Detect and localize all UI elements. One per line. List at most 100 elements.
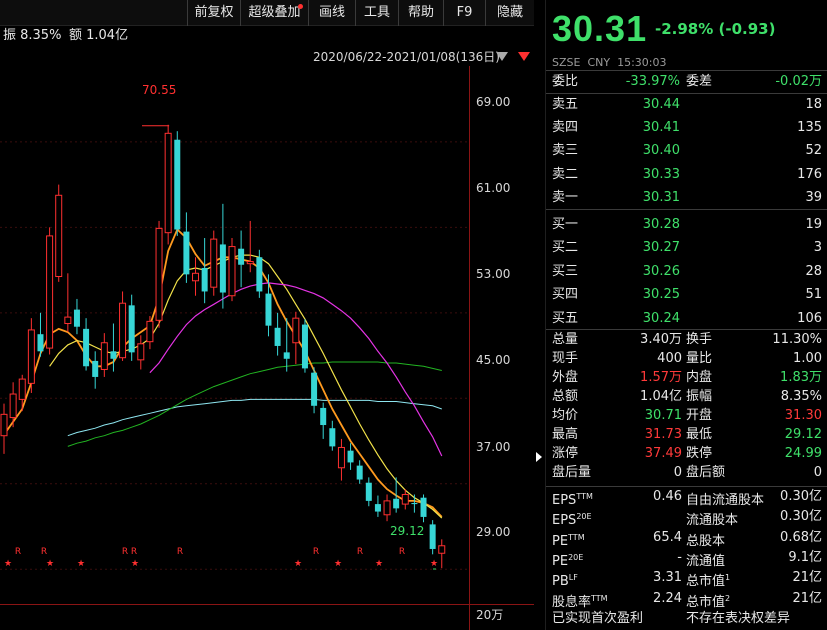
candle[interactable] <box>92 351 99 389</box>
candle[interactable] <box>337 438 345 481</box>
expand-panel-arrow-icon[interactable] <box>536 452 542 462</box>
candle[interactable] <box>100 333 108 377</box>
r-marker[interactable]: R <box>177 547 183 557</box>
star-marker[interactable]: ★ <box>294 559 302 569</box>
star-marker[interactable]: ★ <box>375 559 383 569</box>
candle[interactable] <box>174 131 181 236</box>
candle[interactable] <box>164 124 172 245</box>
r-marker[interactable]: R <box>313 547 319 557</box>
draw-line-button[interactable]: 画线 <box>308 0 355 26</box>
candle-body <box>356 465 363 480</box>
stat-label: 均价 <box>552 408 579 423</box>
date-range-row[interactable]: 2020/06/22-2021/01/08(136日) <box>0 46 534 66</box>
candle[interactable] <box>110 323 117 372</box>
candle[interactable] <box>64 273 72 333</box>
r-marker[interactable]: R <box>399 547 405 557</box>
star-marker[interactable]: ★ <box>334 559 342 569</box>
candle-body <box>0 413 8 437</box>
candle[interactable] <box>228 238 236 302</box>
r-marker[interactable]: R <box>15 547 21 557</box>
candle-body <box>27 329 35 384</box>
candle[interactable] <box>155 220 163 328</box>
candle-body <box>383 500 391 516</box>
candle[interactable] <box>420 494 427 523</box>
candle[interactable] <box>438 539 446 569</box>
fundamental-label-text: 总股本 <box>686 533 726 549</box>
candle[interactable] <box>0 403 8 454</box>
r-marker[interactable]: R <box>357 547 363 557</box>
help-button[interactable]: 帮助 <box>398 0 443 26</box>
candle[interactable] <box>83 318 90 371</box>
bid-level-label: 买二 <box>552 240 579 256</box>
stat-row: 均价 30.71 开盘 31.30 <box>546 406 827 425</box>
candle[interactable] <box>146 316 154 350</box>
candle[interactable] <box>347 443 354 470</box>
candle[interactable] <box>55 184 63 282</box>
fundamental-label-text: PE <box>552 533 569 549</box>
candle-body <box>210 238 218 288</box>
star-marker[interactable]: ★ <box>131 559 139 569</box>
candle[interactable] <box>137 335 145 370</box>
hide-button[interactable]: 隐藏 <box>485 0 534 26</box>
candle[interactable] <box>219 203 226 309</box>
candle[interactable] <box>274 312 281 356</box>
bid-price: 30.26 <box>642 263 680 279</box>
candle[interactable] <box>210 230 218 296</box>
candle[interactable] <box>292 311 300 365</box>
star-marker[interactable]: ★ <box>46 559 54 569</box>
candle-body <box>155 227 163 321</box>
candle[interactable] <box>183 212 190 283</box>
y-tick-label: 37.00 <box>476 440 511 454</box>
r-marker[interactable]: R <box>41 547 47 557</box>
candle[interactable] <box>301 319 308 373</box>
candle[interactable] <box>9 382 17 428</box>
candle[interactable] <box>18 374 26 412</box>
candle[interactable] <box>192 257 200 296</box>
candle[interactable] <box>356 460 363 484</box>
bid-volume: 51 <box>805 287 822 303</box>
fundamental-value: 21亿 <box>792 570 822 586</box>
bid-level-label: 买三 <box>552 263 579 279</box>
star-marker[interactable]: ★ <box>4 559 12 569</box>
candle[interactable] <box>365 477 372 507</box>
candle[interactable] <box>238 230 245 288</box>
candle[interactable] <box>46 227 54 355</box>
candle[interactable] <box>411 494 418 513</box>
stat-value: 0 <box>813 465 822 480</box>
star-marker[interactable]: ★ <box>77 559 85 569</box>
candle[interactable] <box>320 402 327 439</box>
dropdown-triangle-icon[interactable] <box>496 52 508 61</box>
adjust-forward-button[interactable]: 前复权 <box>187 0 240 26</box>
candle[interactable] <box>37 312 44 357</box>
tools-button[interactable]: 工具 <box>355 0 398 26</box>
fundamental-label-text: PB <box>552 574 569 590</box>
candle[interactable] <box>246 220 254 273</box>
f9-button[interactable]: F9 <box>443 0 485 26</box>
candle[interactable] <box>329 420 336 451</box>
candle[interactable] <box>383 494 391 522</box>
candle-body <box>283 352 290 359</box>
candle[interactable] <box>201 238 208 304</box>
fundamental-label-suffix: 20E <box>576 512 592 522</box>
candle-body <box>219 244 226 293</box>
stat-value: 1.57万 <box>640 370 682 385</box>
kline-chart-panel[interactable]: 前复权 超级叠加 画线 工具 帮助 F9 隐藏 振 8.35% 额 1.04亿 … <box>0 0 534 630</box>
candle[interactable] <box>374 495 381 517</box>
candle[interactable] <box>311 367 318 414</box>
candle-body <box>393 498 400 509</box>
candle-body <box>292 317 300 344</box>
star-marker[interactable]: ★ <box>430 559 438 569</box>
weibi-label: 委比 <box>552 74 579 89</box>
date-range-text[interactable]: 2020/06/22-2021/01/08(136日) <box>313 48 500 65</box>
r-marker[interactable]: R <box>131 547 137 557</box>
candle[interactable] <box>27 318 35 393</box>
candle[interactable] <box>73 298 80 335</box>
candle-body <box>438 545 446 554</box>
y-tick-label: 53.00 <box>476 267 511 281</box>
candle[interactable] <box>429 520 436 555</box>
candle[interactable] <box>119 291 127 361</box>
candle[interactable] <box>128 294 135 361</box>
r-marker[interactable]: R <box>122 547 128 557</box>
dropdown-red-triangle-icon[interactable] <box>518 52 530 61</box>
fundamental-value: 65.4 <box>653 529 682 545</box>
